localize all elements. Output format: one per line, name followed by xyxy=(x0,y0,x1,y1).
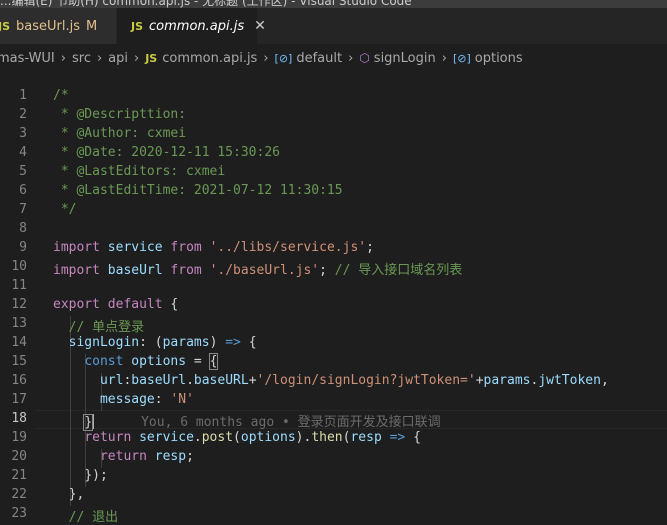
line-number: 20 xyxy=(11,449,27,464)
code-line[interactable]: * @LastEditTime: 2021-07-12 11:30:15 xyxy=(53,183,343,198)
chevron-right-icon: › xyxy=(348,50,354,66)
line-number: 15 xyxy=(11,354,27,369)
js-file-icon: JS xyxy=(145,51,158,65)
close-icon[interactable]: ✕ xyxy=(254,18,266,34)
breadcrumb-item-api[interactable]: api xyxy=(108,51,128,66)
code-line[interactable]: * @LastEditors: cxmei xyxy=(53,164,225,179)
tab-bar: JS baseUrl.js M JS common.api.js ✕ xyxy=(0,8,667,44)
git-blame-annotation: You, 6 months ago • 登录页面开发及接口联调 xyxy=(94,415,441,430)
line-number: 22 xyxy=(11,487,27,502)
tab-label: baseUrl.js xyxy=(16,18,80,34)
code-line[interactable]: signLogin: (params) => { xyxy=(53,335,257,350)
line-number: 18 xyxy=(11,411,27,426)
line-number: 5 xyxy=(19,164,27,179)
line-number: 14 xyxy=(11,335,27,350)
line-number: 9 xyxy=(19,240,27,255)
breadcrumb: mas-WUI › src › api › JS common.api.js ›… xyxy=(0,44,667,72)
code-line[interactable]: url:baseUrl.baseURL+'/login/signLogin?jw… xyxy=(53,373,609,388)
line-number: 7 xyxy=(19,202,27,217)
code-line[interactable]: message: 'N' xyxy=(53,392,194,407)
code-line[interactable]: /* xyxy=(53,88,69,103)
js-file-icon: JS xyxy=(0,19,11,33)
tab-common-api[interactable]: JS common.api.js ✕ xyxy=(117,8,266,44)
code-line[interactable]: * @Author: cxmei xyxy=(53,126,186,141)
js-file-icon: JS xyxy=(131,19,144,33)
code-line[interactable]: * @Descripttion: xyxy=(53,107,186,122)
line-number: 13 xyxy=(11,316,27,331)
tab-label: common.api.js xyxy=(149,18,245,34)
modified-badge: M xyxy=(86,18,98,34)
object-symbol-icon: [⊘] xyxy=(274,51,293,65)
line-number: 8 xyxy=(19,221,27,236)
breadcrumb-item-workspace[interactable]: mas-WUI xyxy=(0,51,55,66)
line-number: 11 xyxy=(11,278,27,293)
line-number: 19 xyxy=(11,430,27,445)
code-line[interactable]: return resp; xyxy=(53,449,194,464)
code-line[interactable]: // 单点登录 xyxy=(53,316,144,335)
line-number: 12 xyxy=(11,297,27,312)
code-line[interactable]: } You, 6 months ago • 登录页面开发及接口联调 xyxy=(53,411,441,431)
code-line[interactable]: const options = { xyxy=(53,353,219,370)
line-number: 4 xyxy=(19,145,27,160)
code-line[interactable]: import baseUrl from './baseUrl.js'; // 导… xyxy=(53,259,462,278)
code-line[interactable]: */ xyxy=(53,202,77,217)
breadcrumb-item-src[interactable]: src xyxy=(72,51,91,66)
code-line[interactable]: }, xyxy=(53,487,85,502)
breadcrumb-item-signlogin[interactable]: signLogin xyxy=(374,51,436,66)
code-line[interactable]: export default { xyxy=(53,297,178,312)
line-number: 16 xyxy=(11,373,27,388)
window-title-bar: ...编辑(E) 节助(H) common.api.js - 无标题 (工作区)… xyxy=(0,0,667,8)
chevron-right-icon: › xyxy=(134,50,140,66)
code-line[interactable]: }); xyxy=(53,468,107,483)
code-editor[interactable]: 1 2 3 4 5 6 7 8 9 10 11 12 13 14 15 16 17 18 19 20 21 22 23 /*… xyxy=(0,72,667,525)
window-title: ...编辑(E) 节助(H) common.api.js - 无标题 (工作区)… xyxy=(0,0,412,8)
chevron-right-icon: › xyxy=(96,50,103,66)
breadcrumb-item-options[interactable]: options xyxy=(475,51,523,66)
method-symbol-icon: ⬡ xyxy=(359,51,370,65)
line-number: 17 xyxy=(11,392,27,407)
line-number: 6 xyxy=(19,183,27,198)
line-number: 10 xyxy=(11,259,27,274)
code-line[interactable]: import service from '../libs/service.js'… xyxy=(53,240,374,255)
code-line[interactable]: return service.post(options).then(resp =… xyxy=(53,430,421,445)
chevron-right-icon: › xyxy=(60,50,66,66)
object-symbol-icon: [⊘] xyxy=(452,51,471,65)
line-number: 23 xyxy=(11,506,27,521)
line-number: 3 xyxy=(19,126,27,141)
breadcrumb-item-file[interactable]: common.api.js xyxy=(162,51,257,66)
chevron-right-icon: › xyxy=(441,50,447,66)
chevron-right-icon: › xyxy=(263,50,269,66)
line-number: 1 xyxy=(19,88,27,103)
line-number: 21 xyxy=(11,468,27,483)
breadcrumb-item-default[interactable]: default xyxy=(296,51,342,66)
line-number: 2 xyxy=(19,107,27,122)
code-line[interactable]: * @Date: 2020-12-11 15:30:26 xyxy=(53,145,280,160)
tab-baseurl[interactable]: JS baseUrl.js M xyxy=(0,8,117,44)
